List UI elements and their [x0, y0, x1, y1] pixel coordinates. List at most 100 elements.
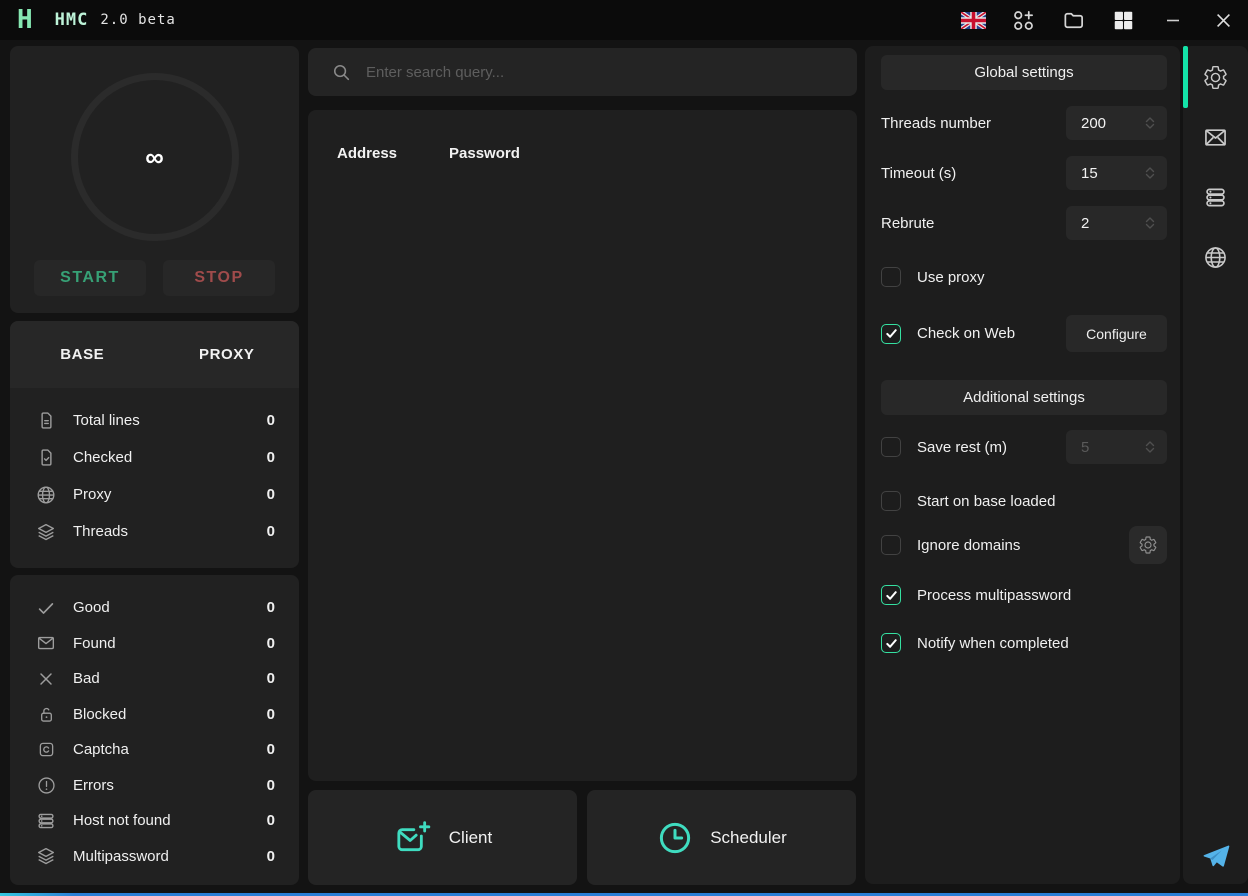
tab-proxy[interactable]: PROXY [155, 346, 300, 363]
settings-panel: Global settings Threads number 200 Timeo… [865, 46, 1180, 884]
stat-row-multipassword: Multipassword 0 [34, 839, 275, 875]
settings-gear-icon[interactable] [1202, 64, 1229, 91]
stat-label: Proxy [73, 486, 111, 503]
progress-ring: ∞ [71, 73, 239, 241]
mail-icon[interactable] [1202, 124, 1229, 151]
global-settings-header: Global settings [881, 55, 1167, 90]
start-button[interactable]: START [34, 260, 146, 296]
clock-icon [656, 819, 694, 857]
stat-label: Found [73, 635, 116, 652]
language-flag-uk-icon[interactable] [948, 0, 998, 40]
notify-completed-checkbox[interactable] [881, 633, 901, 653]
configure-button[interactable]: Configure [1066, 315, 1167, 352]
table-header: Address Password [308, 110, 857, 162]
search-bar [308, 48, 857, 96]
tab-base[interactable]: BASE [10, 346, 155, 363]
stat-value: 0 [267, 523, 275, 540]
envelope-icon [34, 631, 58, 655]
runner-card: ∞ START STOP [10, 46, 299, 313]
stat-row-found: Found 0 [34, 626, 275, 662]
app-logo: H [17, 7, 33, 33]
telegram-icon[interactable] [1202, 844, 1230, 870]
stat-value: 0 [267, 812, 275, 829]
use-proxy-checkbox[interactable] [881, 267, 901, 287]
column-header-address: Address [337, 145, 449, 162]
minimize-button[interactable] [1148, 0, 1198, 40]
client-button[interactable]: Client [308, 790, 577, 885]
titlebar: H HMC 2.0 beta [0, 0, 1248, 40]
stat-value: 0 [267, 706, 275, 723]
ignore-domains-label: Ignore domains [917, 537, 1020, 554]
stat-row-threads: Threads 0 [34, 513, 275, 550]
error-icon [34, 773, 58, 797]
spinner-chevrons-icon[interactable] [1142, 438, 1158, 456]
check-on-web-label: Check on Web [917, 325, 1015, 342]
stat-label: Good [73, 599, 110, 616]
notify-completed-label: Notify when completed [917, 635, 1069, 652]
save-rest-checkbox[interactable] [881, 437, 901, 457]
rebrute-value: 2 [1081, 215, 1089, 232]
stat-row-bad: Bad 0 [34, 661, 275, 697]
timeout-spinner[interactable]: 15 [1066, 156, 1167, 190]
stat-row-errors: Errors 0 [34, 768, 275, 804]
stat-label: Total lines [73, 412, 140, 429]
stat-value: 0 [267, 777, 275, 794]
start-on-base-checkbox[interactable] [881, 491, 901, 511]
column-header-password: Password [449, 145, 520, 162]
stat-label: Bad [73, 670, 100, 687]
threads-number-label: Threads number [881, 115, 991, 132]
scheduler-button-label: Scheduler [710, 828, 787, 848]
results-table: Address Password [308, 110, 857, 781]
spinner-chevrons-icon[interactable] [1142, 114, 1158, 132]
active-tab-indicator [1183, 46, 1188, 108]
ignore-domains-gear-button[interactable] [1129, 526, 1167, 564]
save-rest-label: Save rest (m) [917, 439, 1007, 456]
search-input[interactable] [366, 64, 841, 81]
threads-number-row: Threads number 200 [881, 106, 1167, 140]
scheduler-button[interactable]: Scheduler [587, 790, 856, 885]
app-version: 2.0 beta [100, 12, 175, 28]
check-on-web-checkbox[interactable] [881, 324, 901, 344]
stat-label: Blocked [73, 706, 126, 723]
stat-value: 0 [267, 741, 275, 758]
rebrute-label: Rebrute [881, 215, 934, 232]
globe-icon[interactable] [1202, 244, 1229, 271]
stop-button[interactable]: STOP [163, 260, 275, 296]
file-check-icon [34, 446, 58, 470]
stat-label: Errors [73, 777, 114, 794]
ignore-domains-checkbox[interactable] [881, 535, 901, 555]
rebrute-spinner[interactable]: 2 [1066, 206, 1167, 240]
database-icon[interactable] [1202, 184, 1229, 211]
globe-icon [34, 483, 58, 507]
check-on-web-row: Check on Web Configure [881, 315, 1167, 352]
base-stats-card: BASE PROXY Total lines 0 [10, 321, 299, 568]
close-button[interactable] [1198, 0, 1248, 40]
result-stats-card: Good 0 Found 0 Bad [10, 575, 299, 885]
widgets-add-icon[interactable] [998, 0, 1048, 40]
use-proxy-label: Use proxy [917, 269, 985, 286]
stat-value: 0 [267, 449, 275, 466]
threads-number-spinner[interactable]: 200 [1066, 106, 1167, 140]
x-icon [34, 667, 58, 691]
folder-icon[interactable] [1048, 0, 1098, 40]
app-title: HMC [55, 10, 89, 30]
stat-row-checked: Checked 0 [34, 439, 275, 476]
search-icon [330, 61, 352, 83]
save-rest-spinner[interactable]: 5 [1066, 430, 1167, 464]
process-multipassword-row: Process multipassword [881, 584, 1167, 606]
lock-icon [34, 702, 58, 726]
rebrute-row: Rebrute 2 [881, 206, 1167, 240]
server-icon [34, 809, 58, 833]
spinner-chevrons-icon[interactable] [1142, 164, 1158, 182]
stats-tabs: BASE PROXY [10, 321, 299, 388]
windows-logo-icon[interactable] [1098, 0, 1148, 40]
process-multipassword-checkbox[interactable] [881, 585, 901, 605]
stat-row-good: Good 0 [34, 590, 275, 626]
save-rest-row: Save rest (m) 5 [881, 430, 1167, 464]
file-icon [34, 409, 58, 433]
save-rest-value: 5 [1081, 439, 1089, 456]
additional-settings-header: Additional settings [881, 380, 1167, 415]
use-proxy-row: Use proxy [881, 266, 1167, 288]
stat-label: Threads [73, 523, 128, 540]
spinner-chevrons-icon[interactable] [1142, 214, 1158, 232]
